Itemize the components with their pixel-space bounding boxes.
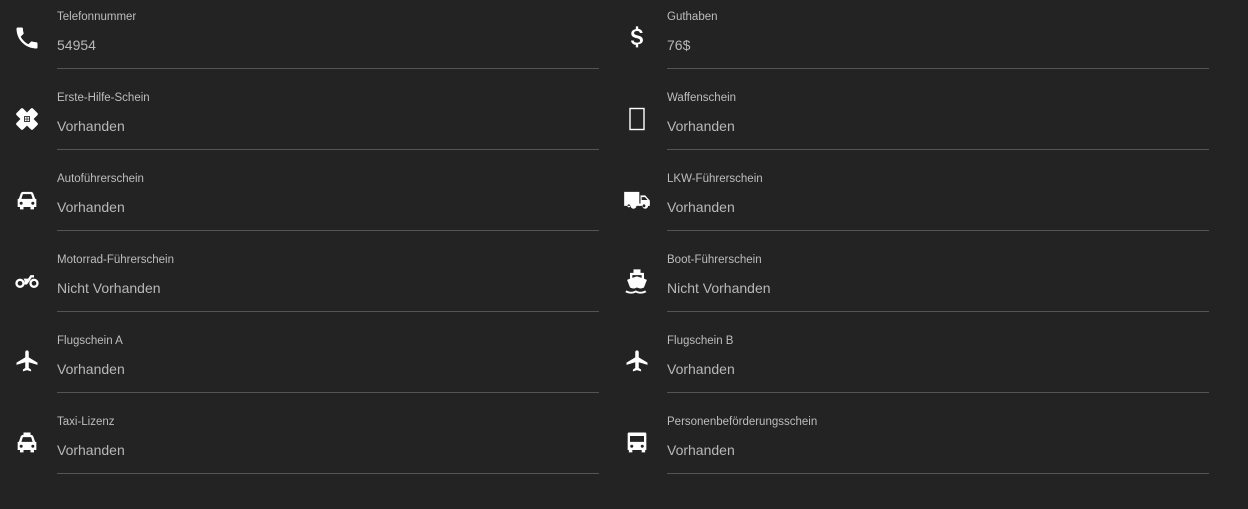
bandage-icon: [12, 104, 42, 134]
truck-field: LKW-Führerschein Vorhanden: [667, 162, 1209, 231]
truck-value: Vorhanden: [667, 199, 735, 215]
car-value: Vorhanden: [57, 199, 125, 215]
phone-icon: [12, 23, 42, 53]
first-aid-label: Erste-Hilfe-Schein: [57, 92, 150, 104]
missing-glyph-icon: [622, 104, 652, 134]
airplane-icon: [12, 347, 42, 377]
ship-icon: [622, 266, 652, 296]
passenger-value: Vorhanden: [667, 442, 735, 458]
taxi-label: Taxi-Lizenz: [57, 416, 115, 428]
flight-b-field: Flugschein B Vorhanden: [667, 324, 1209, 393]
first-aid-value: Vorhanden: [57, 118, 125, 134]
flight-b-label: Flugschein B: [667, 335, 734, 347]
flight-a-label: Flugschein A: [57, 335, 123, 347]
flight-a-field: Flugschein A Vorhanden: [57, 324, 599, 393]
taxi-value: Vorhanden: [57, 442, 125, 458]
car-field: Autoführerschein Vorhanden: [57, 162, 599, 231]
truck-icon: [622, 185, 652, 215]
airplane-icon: [622, 347, 652, 377]
license-info-panel: Telefonnummer 54954 Erste-Hilfe-Schein V…: [0, 0, 1248, 509]
phone-value: 54954: [57, 37, 96, 53]
weapon-value: Vorhanden: [667, 118, 735, 134]
flight-a-value: Vorhanden: [57, 361, 125, 377]
truck-label: LKW-Führerschein: [667, 173, 763, 185]
motorcycle-icon: [12, 266, 42, 296]
bus-icon: [622, 428, 652, 458]
first-aid-field: Erste-Hilfe-Schein Vorhanden: [57, 81, 599, 150]
flight-b-value: Vorhanden: [667, 361, 735, 377]
car-label: Autoführerschein: [57, 173, 144, 185]
passenger-field: Personenbeförderungsschein Vorhanden: [667, 405, 1209, 474]
phone-label: Telefonnummer: [57, 11, 137, 23]
passenger-label: Personenbeförderungsschein: [667, 416, 818, 428]
taxi-field: Taxi-Lizenz Vorhanden: [57, 405, 599, 474]
phone-field: Telefonnummer 54954: [57, 0, 599, 69]
balance-label: Guthaben: [667, 11, 718, 23]
dollar-icon: [622, 23, 652, 53]
balance-field: Guthaben 76$: [667, 0, 1209, 69]
car-icon: [12, 185, 42, 215]
weapon-label: Waffenschein: [667, 92, 737, 104]
boat-field: Boot-Führerschein Nicht Vorhanden: [667, 243, 1209, 312]
motorbike-field: Motorrad-Führerschein Nicht Vorhanden: [57, 243, 599, 312]
boat-label: Boot-Führerschein: [667, 254, 762, 266]
balance-value: 76$: [667, 37, 691, 53]
motorbike-value: Nicht Vorhanden: [57, 280, 161, 296]
taxi-icon: [12, 428, 42, 458]
motorbike-label: Motorrad-Führerschein: [57, 254, 174, 266]
weapon-field: Waffenschein Vorhanden: [667, 81, 1209, 150]
boat-value: Nicht Vorhanden: [667, 280, 771, 296]
